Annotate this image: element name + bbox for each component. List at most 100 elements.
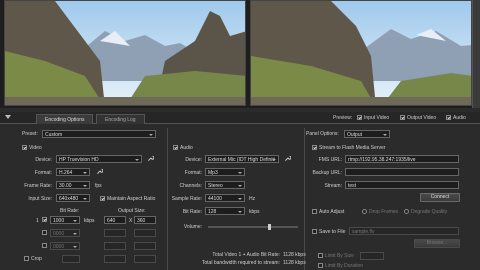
row3-output-height[interactable]	[134, 242, 156, 250]
audio-format-label: Format:	[184, 170, 202, 176]
frame-rate-select[interactable]: 30.00	[56, 181, 90, 189]
preview-area	[0, 0, 480, 108]
save-to-file-checkbox[interactable]: Save to File	[312, 229, 345, 235]
limit-size-input[interactable]	[360, 252, 384, 260]
preview-audio-label: Audio	[453, 115, 466, 121]
checkbox-icon	[173, 145, 178, 151]
hz-unit: Hz	[249, 196, 256, 202]
limit-by-duration-label: Limit By Duration	[325, 263, 364, 269]
audio-bit-rate-select[interactable]: 128	[205, 207, 245, 215]
volume-label: Volume:	[183, 224, 202, 230]
video-device-select[interactable]: HP Truevision HD	[56, 155, 142, 163]
limit-by-size-label: Limit By Size	[325, 253, 354, 259]
channels-select[interactable]: Stereo	[205, 181, 245, 189]
video-section-checkbox[interactable]: Video	[22, 145, 42, 151]
output-size-header: Output Size:	[118, 208, 146, 214]
video-device-settings-icon[interactable]	[147, 155, 154, 162]
backup-url-input[interactable]	[345, 168, 459, 176]
auto-adjust-checkbox[interactable]: Auto Adjust	[312, 209, 344, 215]
volume-slider-knob[interactable]	[268, 224, 271, 230]
checkbox-icon	[42, 217, 47, 223]
encoding-row-3-checkbox[interactable]	[42, 243, 49, 249]
video-format-label: Format:	[34, 170, 52, 176]
audio-kbps-unit: kbps	[249, 209, 260, 215]
preset-select[interactable]: Custom	[42, 130, 156, 138]
save-file-path-input[interactable]: sample.flv	[349, 227, 459, 235]
preview-scrollbar[interactable]	[472, 0, 480, 108]
fps-unit: fps	[95, 183, 102, 189]
row3-bit-rate-select[interactable]: 0000	[50, 242, 80, 250]
tab-encoding-log[interactable]: Encoding Log	[96, 114, 145, 124]
drop-frames-label: Drop Frames	[369, 209, 399, 215]
video-device-label: Device:	[35, 157, 52, 163]
video-format-select[interactable]: H.264	[56, 168, 90, 176]
auto-adjust-label: Auto Adjust	[319, 209, 345, 215]
checkbox-icon	[312, 229, 317, 235]
crop-left-input[interactable]	[104, 255, 126, 263]
checkbox-icon	[446, 115, 451, 121]
encoding-row-2-checkbox[interactable]	[42, 230, 49, 236]
drop-frames-radio[interactable]: Drop Frames	[362, 209, 398, 215]
preview-input-video-checkbox[interactable]: Input Video	[357, 115, 389, 121]
checkbox-icon	[312, 209, 317, 215]
preview-audio-checkbox[interactable]: Audio	[446, 115, 466, 121]
stream-section-checkbox[interactable]: Stream to Flash Media Server	[312, 145, 385, 151]
audio-section-checkbox[interactable]: Audio	[173, 145, 193, 151]
preview-output-video-checkbox[interactable]: Output Video	[400, 115, 436, 121]
stream-name-input[interactable]: test	[345, 181, 459, 189]
audio-device-settings-icon[interactable]	[284, 155, 291, 162]
video-format-settings-icon[interactable]	[96, 168, 103, 175]
tab-encoding-options[interactable]: Encoding Options	[36, 114, 94, 124]
preset-label: Preset:	[22, 131, 38, 137]
crop-right-input[interactable]	[134, 255, 156, 263]
save-to-file-label: Save to File	[319, 229, 346, 235]
input-video-preview	[4, 0, 246, 106]
row2-output-height[interactable]	[134, 229, 156, 237]
divider	[304, 128, 305, 270]
browse-button[interactable]: Browse...	[414, 239, 460, 248]
output-video-preview	[250, 0, 472, 106]
maintain-aspect-label: Maintain Aspect Ratio	[107, 196, 156, 202]
volume-slider-track[interactable]	[208, 226, 298, 228]
radio-icon	[404, 209, 409, 215]
connect-button[interactable]: Connect	[420, 193, 460, 202]
checkbox-icon	[400, 115, 405, 121]
checkbox-icon	[42, 230, 47, 236]
row3-output-width[interactable]	[104, 242, 126, 250]
crop-top-input[interactable]	[62, 255, 80, 263]
collapse-arrow-icon[interactable]	[5, 115, 11, 119]
input-size-label: Input Size:	[28, 196, 52, 202]
fms-url-label: FMS URL:	[318, 157, 342, 163]
limit-by-size-checkbox[interactable]: Limit By Size	[318, 253, 354, 259]
audio-device-select[interactable]: External Mic (IDT High Definiti	[205, 155, 279, 163]
sample-rate-select[interactable]: 44100	[205, 194, 245, 202]
degrade-quality-radio[interactable]: Degrade Quality	[404, 209, 447, 215]
output-height-input[interactable]: 360	[134, 216, 156, 224]
encoding-row-1-checkbox[interactable]	[42, 217, 49, 223]
audio-section-label: Audio	[180, 145, 193, 151]
degrade-quality-label: Degrade Quality	[411, 209, 448, 215]
checkbox-icon	[357, 115, 362, 121]
video-bit-rate-select[interactable]: 1000	[50, 216, 80, 224]
checkbox-icon	[42, 243, 47, 249]
audio-format-select[interactable]: Mp3	[205, 168, 245, 176]
preview-output-video-label: Output Video	[407, 115, 437, 121]
backup-url-label: Backup URL:	[312, 170, 342, 176]
fms-url-input[interactable]: rtmp://192.95.38.247:1935/live	[345, 155, 459, 163]
maintain-aspect-checkbox[interactable]: Maintain Aspect Ratio	[100, 196, 155, 202]
checkbox-icon	[24, 256, 29, 262]
limit-by-duration-checkbox[interactable]: Limit By Duration	[318, 263, 363, 269]
stream-name-label: Stream:	[324, 183, 342, 189]
row2-bit-rate-select[interactable]: 0000	[50, 229, 80, 237]
audio-bit-rate-label: Bit Rate:	[182, 209, 202, 215]
row2-output-width[interactable]	[104, 229, 126, 237]
total-bandwidth-value: 1128 kbps	[283, 260, 306, 266]
frame-rate-label: Frame Rate:	[24, 183, 52, 189]
crop-checkbox[interactable]: Crop	[24, 256, 42, 262]
preview-input-video-label: Input Video	[364, 115, 390, 121]
channels-label: Channels:	[179, 183, 202, 189]
radio-icon	[362, 209, 367, 215]
panel-options-select[interactable]: Output	[344, 130, 390, 138]
output-width-input[interactable]: 640	[104, 216, 126, 224]
input-size-select[interactable]: 640x480	[56, 194, 90, 202]
